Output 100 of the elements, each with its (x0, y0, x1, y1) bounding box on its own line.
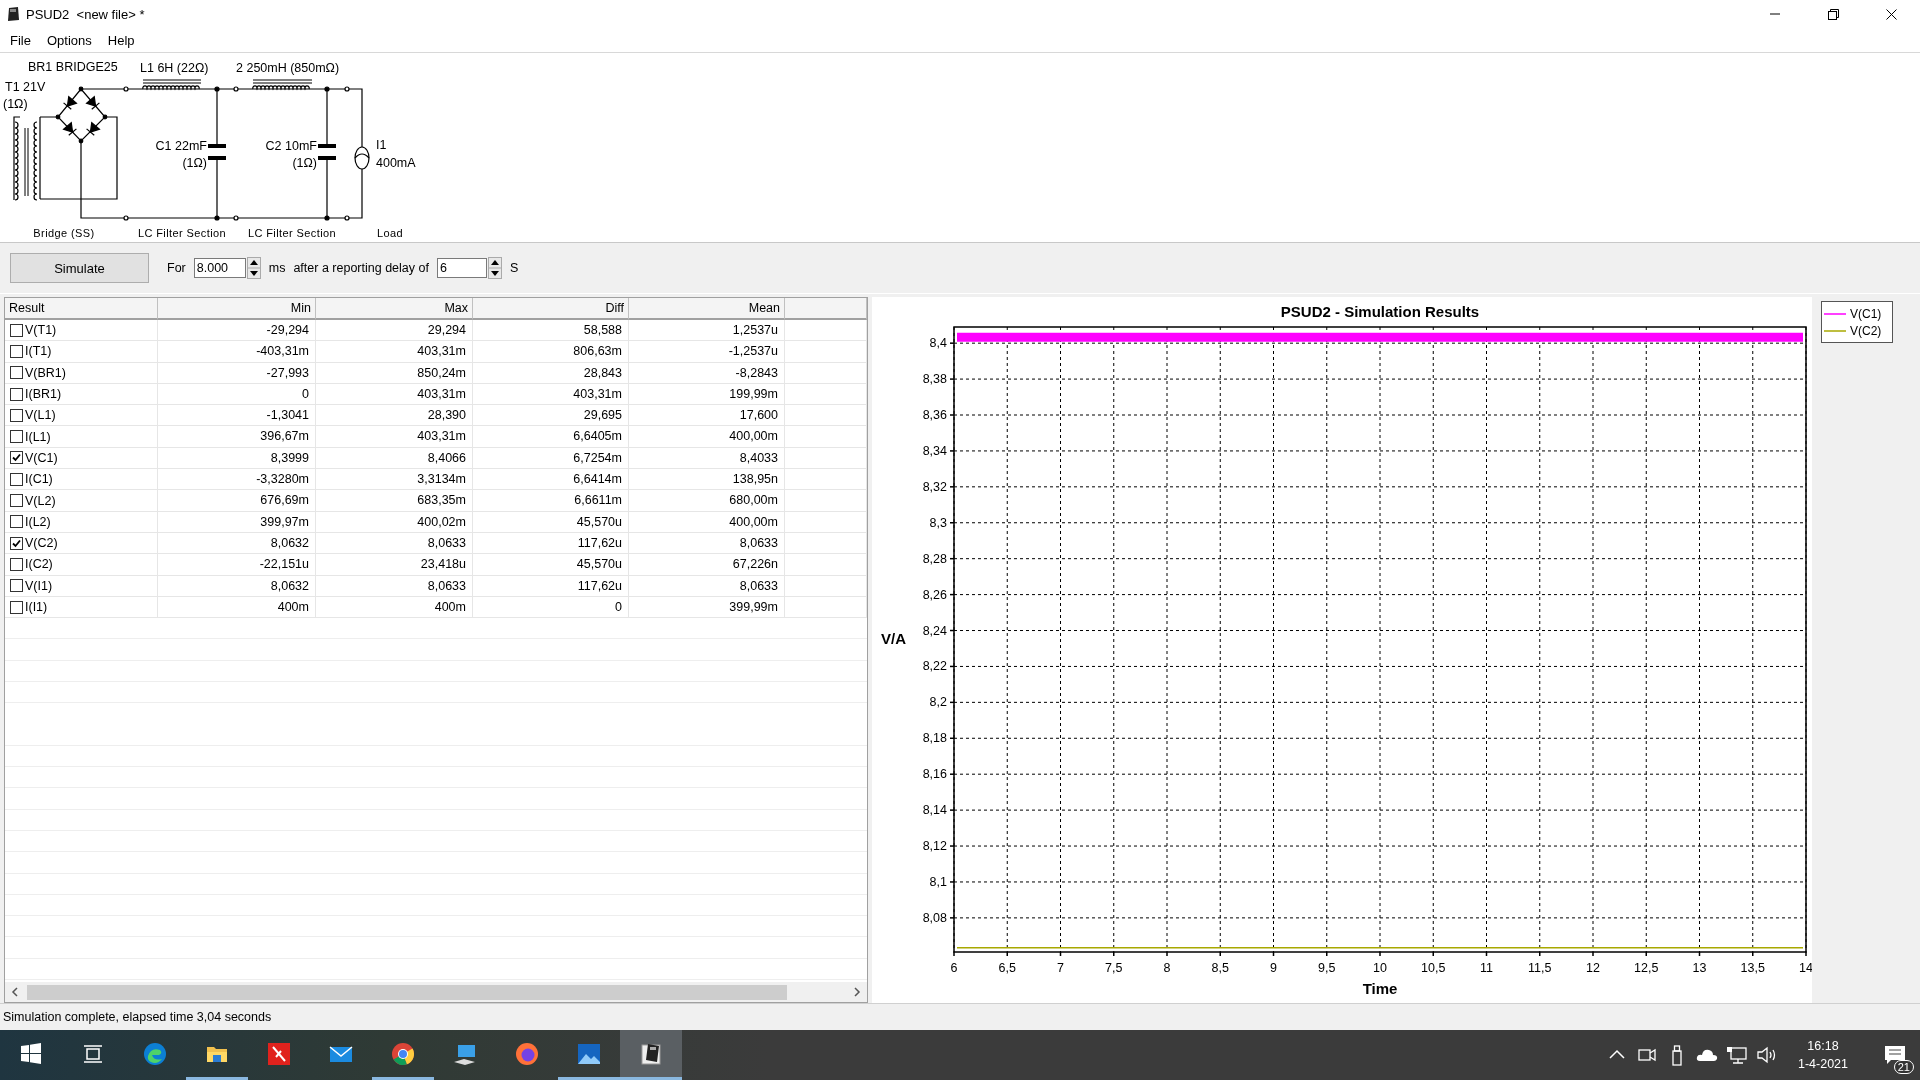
app-icon[interactable] (267, 1041, 291, 1066)
checkbox[interactable] (10, 323, 23, 337)
axis-tick-label: 12 (1586, 961, 1600, 975)
axis-tick-label: 8,12 (922, 839, 947, 854)
checkbox[interactable] (10, 557, 23, 571)
scrollbar-thumb[interactable] (27, 984, 787, 1000)
axis-tick-label: 9,5 (1318, 961, 1336, 975)
column-header[interactable]: Mean (629, 298, 785, 320)
scroll-right-icon[interactable] (853, 987, 861, 997)
table-cell: -27,993 (158, 362, 316, 384)
table-cell: 6,6414m (473, 469, 629, 491)
axis-tick-label: 8,24 (922, 623, 947, 638)
axis-tick-label: 8,08 (922, 910, 947, 925)
table-cell: -1,2537u (629, 341, 785, 363)
component-label: (1Ω) (292, 156, 317, 170)
duration-field[interactable]: 8.000 (193, 258, 246, 278)
delay-field[interactable]: 6 (436, 258, 487, 278)
scroll-left-icon[interactable] (11, 987, 19, 997)
column-header[interactable]: Result (5, 298, 158, 320)
table-cell: 399,97m (158, 511, 316, 533)
component-label: 400mA (376, 156, 416, 170)
browser-icon[interactable] (391, 1041, 415, 1066)
menu-item[interactable]: Options (38, 32, 100, 48)
table-cell: 676,69m (158, 490, 316, 512)
section-label: LC Filter Section (247, 227, 337, 239)
picture-icon[interactable] (577, 1041, 601, 1066)
checkbox[interactable] (10, 344, 23, 358)
spin-button[interactable] (487, 257, 502, 279)
signal-label: V(I1) (25, 578, 53, 593)
browser-icon[interactable] (143, 1041, 167, 1066)
axis-tick-label: 8,34 (922, 443, 947, 458)
table-cell: 403,31m (316, 383, 473, 406)
table-cell: 8,3999 (158, 447, 316, 470)
signal-label: I(T1) (25, 344, 52, 359)
column-header[interactable]: Diff (473, 298, 629, 320)
component-label: BR1 BRIDGE25 (28, 60, 118, 74)
axis-tick-label: 8 (1163, 961, 1171, 975)
legend-label: V(C2) (1850, 323, 1882, 338)
table-cell: 850,24m (316, 362, 473, 384)
signal-label: I(L2) (25, 514, 51, 529)
menu-item[interactable]: File (2, 32, 39, 48)
axis-tick-label: 8,16 (922, 767, 947, 782)
checkbox[interactable] (10, 408, 23, 422)
checkbox[interactable] (10, 366, 23, 380)
axis-tick-label: 8,36 (922, 408, 947, 422)
checkbox[interactable] (10, 451, 23, 465)
horizontal-scrollbar[interactable] (5, 982, 867, 1002)
table-cell: 403,31m (316, 426, 473, 448)
table-cell: 8,0633 (629, 532, 785, 555)
table-cell: 403,31m (473, 383, 629, 406)
table-cell: 8,4066 (316, 447, 473, 470)
menu-item[interactable]: Help (99, 32, 143, 48)
table-cell: 28,843 (473, 362, 629, 384)
clock-time[interactable]: 16:18 (1807, 1039, 1839, 1053)
axis-tick-label: 8,28 (922, 551, 947, 566)
table-cell: 23,418u (316, 554, 473, 576)
column-header[interactable]: Max (316, 298, 473, 320)
status-text: Simulation complete, elapsed time 3,04 seconds (3, 1010, 272, 1024)
delay-label: after a reporting delay of (293, 261, 429, 275)
table-cell: 117,62u (473, 575, 629, 597)
checkbox[interactable] (10, 387, 23, 401)
clock-date[interactable]: 1-4-2021 (1797, 1057, 1848, 1071)
table-cell: 806,63m (473, 341, 629, 363)
axis-tick-label: 11 (1480, 961, 1493, 975)
section-label: Load (376, 227, 404, 239)
simulate-button[interactable]: Simulate (10, 253, 149, 283)
table-cell: -8,2843 (629, 362, 785, 384)
axis-tick-label: 10,5 (1421, 961, 1446, 975)
app-icon[interactable] (639, 1041, 663, 1066)
start-icon[interactable] (19, 1041, 43, 1066)
checkbox[interactable] (10, 430, 23, 444)
browser-icon[interactable] (515, 1041, 539, 1066)
section-label: LC Filter Section (137, 227, 227, 239)
table-cell: 403,31m (316, 341, 473, 363)
checkbox[interactable] (10, 579, 23, 593)
table-cell: 400,02m (316, 511, 473, 533)
column-header[interactable]: Min (158, 298, 316, 320)
table-cell: -22,151u (158, 554, 316, 576)
spin-button[interactable] (246, 257, 261, 279)
table-cell: 8,4033 (629, 447, 785, 470)
table-cell: 199,99m (629, 383, 785, 406)
axis-tick-label: 14 (1799, 961, 1812, 975)
table-cell: 8,0632 (158, 532, 316, 555)
axis-tick-label: 11,5 (1528, 961, 1552, 975)
table-cell: -3,3280m (158, 469, 316, 491)
axis-tick-label: 8,4 (929, 336, 947, 351)
component-label: (1Ω) (182, 156, 207, 170)
table-cell: 400,00m (629, 511, 785, 533)
legend-label: V(C1) (1850, 306, 1882, 321)
checkbox[interactable] (10, 472, 23, 486)
table-cell: 6,6611m (473, 490, 629, 512)
taskbar-button[interactable] (620, 1030, 682, 1080)
table-cell: 67,226n (629, 554, 785, 576)
checkbox[interactable] (10, 494, 23, 507)
checkbox[interactable] (10, 600, 23, 614)
axis-title: Time (1362, 980, 1398, 997)
checkbox[interactable] (10, 515, 23, 529)
table-cell: -29,294 (158, 320, 316, 342)
checkbox[interactable] (10, 536, 23, 550)
signal-label: V(L1) (25, 408, 56, 423)
